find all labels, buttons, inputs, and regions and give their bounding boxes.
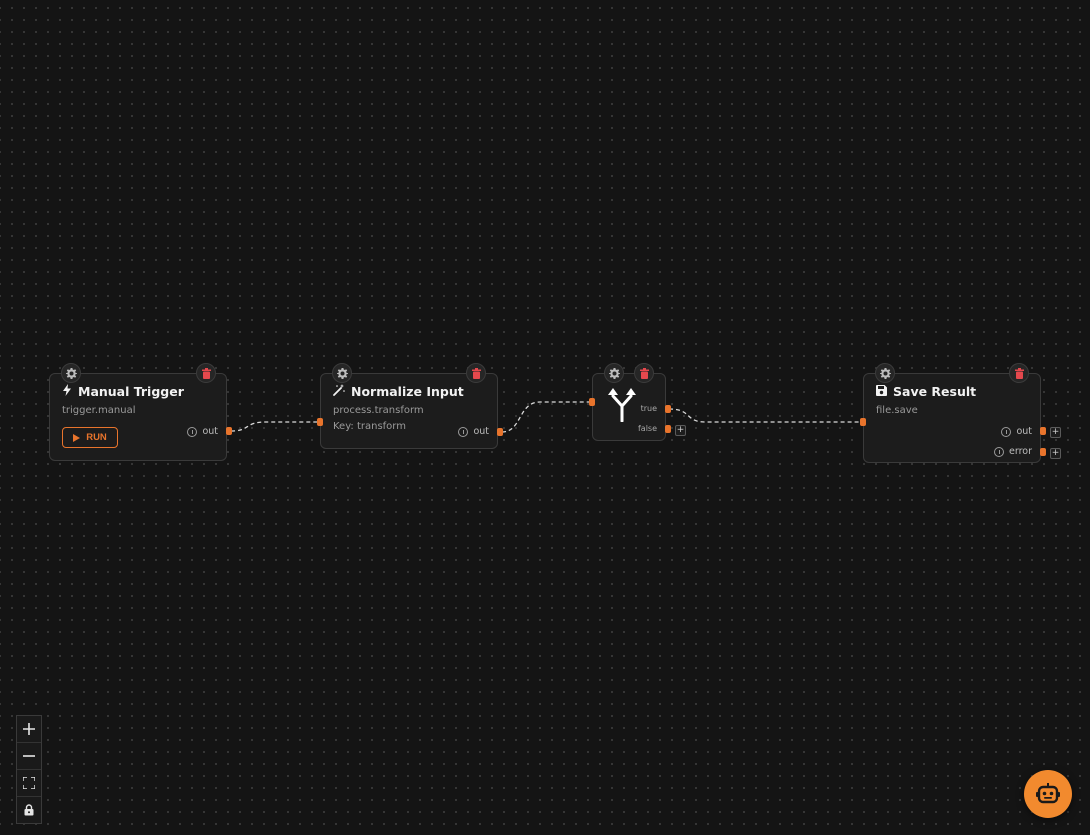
add-node-out-button[interactable]: +: [1050, 427, 1061, 438]
trash-icon[interactable]: [466, 363, 486, 383]
output-false-handle[interactable]: [665, 425, 671, 433]
edge-normalize-to-branch: [501, 401, 590, 433]
edge-trigger-to-normalize: [230, 421, 319, 432]
fit-view-button[interactable]: [17, 770, 41, 797]
gear-icon[interactable]: [875, 363, 895, 383]
node-type: file.save: [876, 405, 918, 416]
node-title: Manual Trigger: [62, 384, 184, 399]
output-out-handle[interactable]: [1040, 427, 1046, 435]
node-title: Normalize Input: [333, 384, 464, 399]
gear-icon[interactable]: [604, 363, 624, 383]
node-branch[interactable]: true false: [592, 373, 666, 441]
output-handle[interactable]: [497, 428, 503, 436]
node-normalize-input[interactable]: Normalize Input process.transform Key: t…: [320, 373, 498, 449]
output-handle[interactable]: [226, 427, 232, 435]
floppy-disk-icon: [876, 384, 887, 399]
zoom-out-button[interactable]: [17, 743, 41, 770]
magic-wand-icon: [333, 384, 345, 399]
info-icon: [458, 426, 469, 437]
robot-icon: [1036, 783, 1060, 804]
add-node-false-button[interactable]: +: [675, 425, 686, 436]
output-port-label: out: [458, 426, 489, 437]
node-title: Save Result: [876, 384, 976, 399]
gear-icon[interactable]: [332, 363, 352, 383]
assistant-button[interactable]: [1024, 770, 1072, 818]
output-true-label: true: [640, 404, 657, 413]
output-out-label: out: [1001, 426, 1032, 437]
input-handle[interactable]: [317, 418, 323, 426]
gear-icon[interactable]: [61, 363, 81, 383]
info-icon: [1001, 426, 1012, 437]
zoom-in-button[interactable]: [17, 716, 41, 743]
trash-icon[interactable]: [634, 363, 654, 383]
lock-button[interactable]: [17, 797, 41, 823]
lightning-icon: [62, 384, 72, 399]
plus-icon: [23, 723, 35, 735]
trash-icon[interactable]: [196, 363, 216, 383]
edge-branch-true-to-save: [668, 408, 860, 423]
lock-icon: [24, 804, 34, 816]
add-node-error-button[interactable]: +: [1050, 448, 1061, 459]
info-icon: [994, 446, 1004, 457]
info-icon: [187, 426, 198, 437]
node-key: Key: transform: [333, 421, 406, 432]
workflow-canvas[interactable]: Manual Trigger trigger.manual RUN out No…: [0, 0, 1090, 835]
run-button[interactable]: RUN: [62, 427, 118, 448]
node-type: process.transform: [333, 405, 424, 416]
node-manual-trigger[interactable]: Manual Trigger trigger.manual RUN out: [49, 373, 227, 461]
minus-icon: [23, 755, 35, 757]
output-error-handle[interactable]: [1040, 448, 1046, 456]
fullscreen-icon: [23, 777, 35, 789]
output-port-label: out: [187, 426, 218, 437]
trash-icon[interactable]: [1009, 363, 1029, 383]
input-handle[interactable]: [589, 398, 595, 406]
split-arrow-icon: [607, 386, 637, 426]
node-type: trigger.manual: [62, 405, 136, 416]
output-false-label: false: [637, 424, 657, 433]
output-true-handle[interactable]: [665, 405, 671, 413]
input-handle[interactable]: [860, 418, 866, 426]
play-icon: [73, 433, 81, 442]
output-error-label: error: [994, 446, 1032, 457]
node-save-result[interactable]: Save Result file.save out error: [863, 373, 1041, 463]
canvas-controls: [16, 715, 42, 824]
